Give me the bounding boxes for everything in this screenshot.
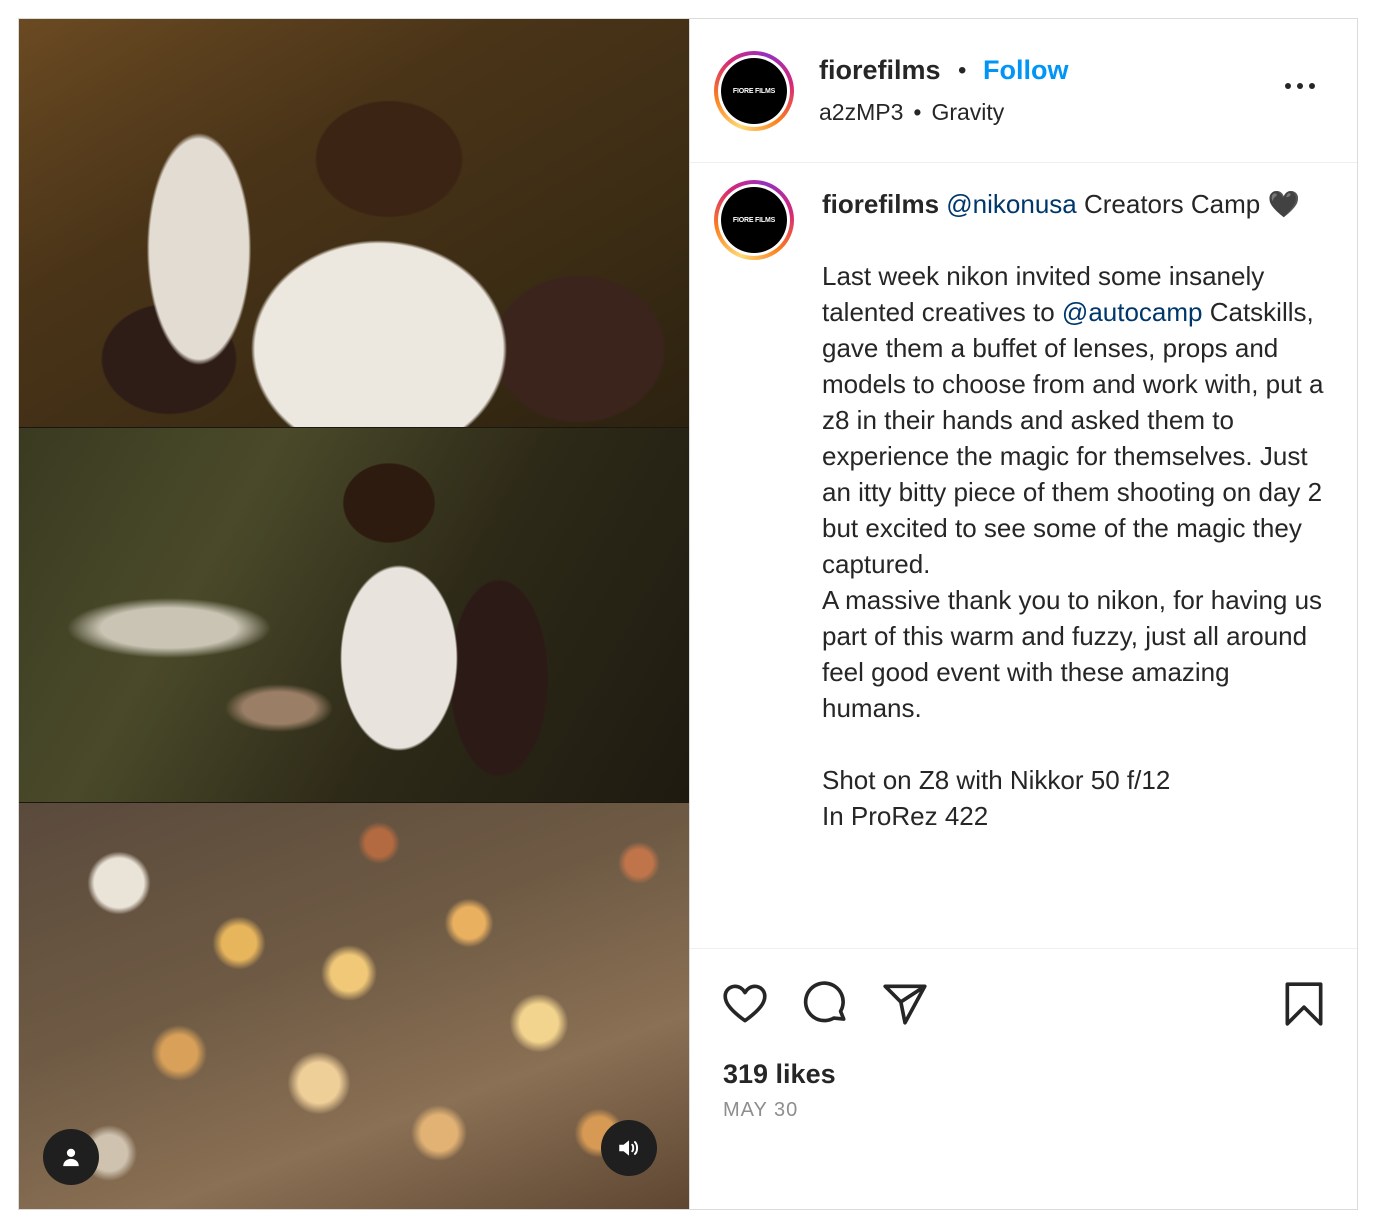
video-frame-bottom bbox=[19, 803, 689, 1209]
caption-section: FIORE FILMS fiorefilms @nikonusa Creator… bbox=[690, 164, 1357, 948]
more-options-button[interactable] bbox=[1285, 83, 1315, 89]
comment-icon bbox=[803, 981, 846, 1023]
save-button[interactable] bbox=[1279, 979, 1329, 1029]
video-frame-top bbox=[19, 19, 689, 427]
person-icon bbox=[63, 1148, 79, 1167]
speaker-icon bbox=[619, 1140, 639, 1156]
post-card: FIORE FILMS fiorefilms • Follow a2zMP3 • G… bbox=[18, 18, 1358, 1210]
comment-button[interactable] bbox=[801, 979, 851, 1029]
caption-avatar[interactable]: FIORE FILMS bbox=[714, 180, 794, 260]
caption-text: fiorefilms @nikonusa Creators Camp 🖤 Las… bbox=[822, 186, 1332, 834]
post-header: FIORE FILMS fiorefilms • Follow a2zMP3 • G… bbox=[690, 19, 1357, 163]
avatar[interactable]: FIORE FILMS bbox=[714, 51, 794, 131]
caption-username[interactable]: fiorefilms bbox=[822, 189, 939, 219]
post-details: FIORE FILMS fiorefilms • Follow a2zMP3 • G… bbox=[690, 19, 1357, 1209]
like-button[interactable] bbox=[720, 979, 770, 1029]
likes-count[interactable]: 319 likes bbox=[723, 1059, 836, 1090]
separator-dot: • bbox=[958, 57, 967, 84]
mention-autocamp[interactable]: @autocamp bbox=[1062, 297, 1203, 327]
more-horizontal-icon bbox=[1285, 83, 1291, 89]
audio-attribution[interactable]: a2zMP3 • Gravity bbox=[819, 99, 1004, 126]
tagged-users-button[interactable] bbox=[43, 1129, 99, 1185]
avatar-logo: FIORE FILMS bbox=[721, 58, 787, 124]
mention-nikonusa[interactable]: @nikonusa bbox=[946, 189, 1076, 219]
post-date: MAY 30 bbox=[723, 1099, 799, 1121]
audio-track: Gravity bbox=[931, 99, 1005, 125]
bookmark-icon bbox=[1285, 982, 1323, 1026]
video-frame-middle bbox=[19, 428, 689, 802]
heart-icon bbox=[723, 984, 767, 1023]
audio-artist: a2zMP3 bbox=[819, 99, 904, 125]
audio-separator: • bbox=[913, 99, 922, 125]
audio-toggle-button[interactable] bbox=[601, 1120, 657, 1176]
caption-body-2: Catskills, gave them a buffet of lenses,… bbox=[822, 297, 1324, 831]
paper-plane-icon bbox=[883, 984, 927, 1025]
share-button[interactable] bbox=[880, 979, 930, 1029]
post-media-video[interactable] bbox=[19, 19, 690, 1209]
follow-button[interactable]: Follow bbox=[983, 55, 1068, 86]
username-link[interactable]: fiorefilms bbox=[819, 55, 941, 86]
action-bar: 319 likes MAY 30 bbox=[690, 948, 1357, 1209]
avatar-logo: FIORE FILMS bbox=[721, 187, 787, 253]
